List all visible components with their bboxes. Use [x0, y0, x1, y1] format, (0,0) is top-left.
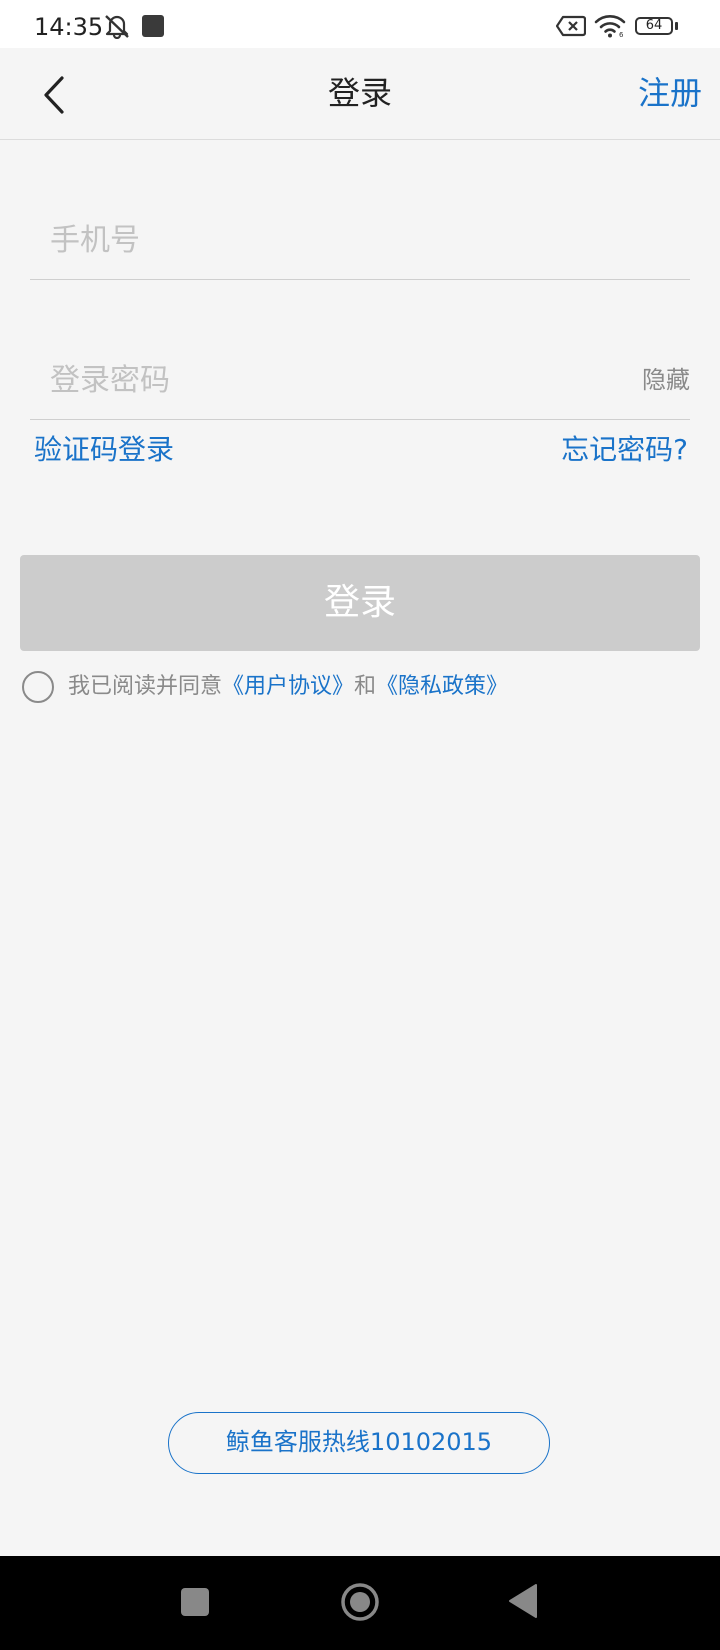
agreement-text: 我已阅读并同意《用户协议》和《隐私政策》 [68, 672, 508, 702]
sms-login-link[interactable]: 验证码登录 [34, 432, 174, 468]
forgot-password-link[interactable]: 忘记密码? [561, 432, 688, 468]
password-visibility-toggle[interactable]: 隐藏 [642, 365, 690, 395]
chevron-left-icon [44, 76, 64, 114]
user-agreement-link[interactable]: 《用户协议》 [222, 674, 354, 699]
recent-apps-icon[interactable] [181, 1588, 209, 1616]
customer-service-hotline-button[interactable]: 鲸鱼客服热线10102015 [168, 1412, 550, 1474]
header: 登录 注册 [0, 48, 720, 140]
password-field: 隐藏 [30, 339, 690, 420]
privacy-policy-link[interactable]: 《隐私政策》 [376, 674, 508, 699]
agreement-prefix: 我已阅读并同意 [68, 674, 223, 699]
password-input[interactable] [50, 355, 570, 405]
register-link[interactable]: 注册 [638, 72, 702, 114]
home-icon[interactable] [340, 1582, 380, 1622]
app-notification-icon [142, 15, 164, 37]
page-title: 登录 [327, 74, 392, 112]
no-sim-icon [555, 15, 587, 41]
battery-icon: 64 [635, 17, 673, 35]
svg-text:6: 6 [619, 31, 624, 38]
login-button[interactable]: 登录 [20, 555, 700, 651]
wifi-icon: 6 [594, 14, 626, 42]
agreement-checkbox[interactable] [22, 671, 54, 703]
battery-tip [675, 22, 678, 30]
phone-field [30, 199, 690, 280]
status-bar: 14:35 6 64 [0, 0, 720, 48]
phone-input[interactable] [50, 215, 570, 265]
bell-off-icon [102, 13, 132, 43]
back-triangle-icon[interactable] [508, 1583, 538, 1623]
agreement-conjunction: 和 [354, 674, 377, 699]
back-button[interactable] [30, 70, 80, 120]
system-navigation-bar [0, 1556, 720, 1650]
status-time: 14:35 [34, 13, 104, 41]
